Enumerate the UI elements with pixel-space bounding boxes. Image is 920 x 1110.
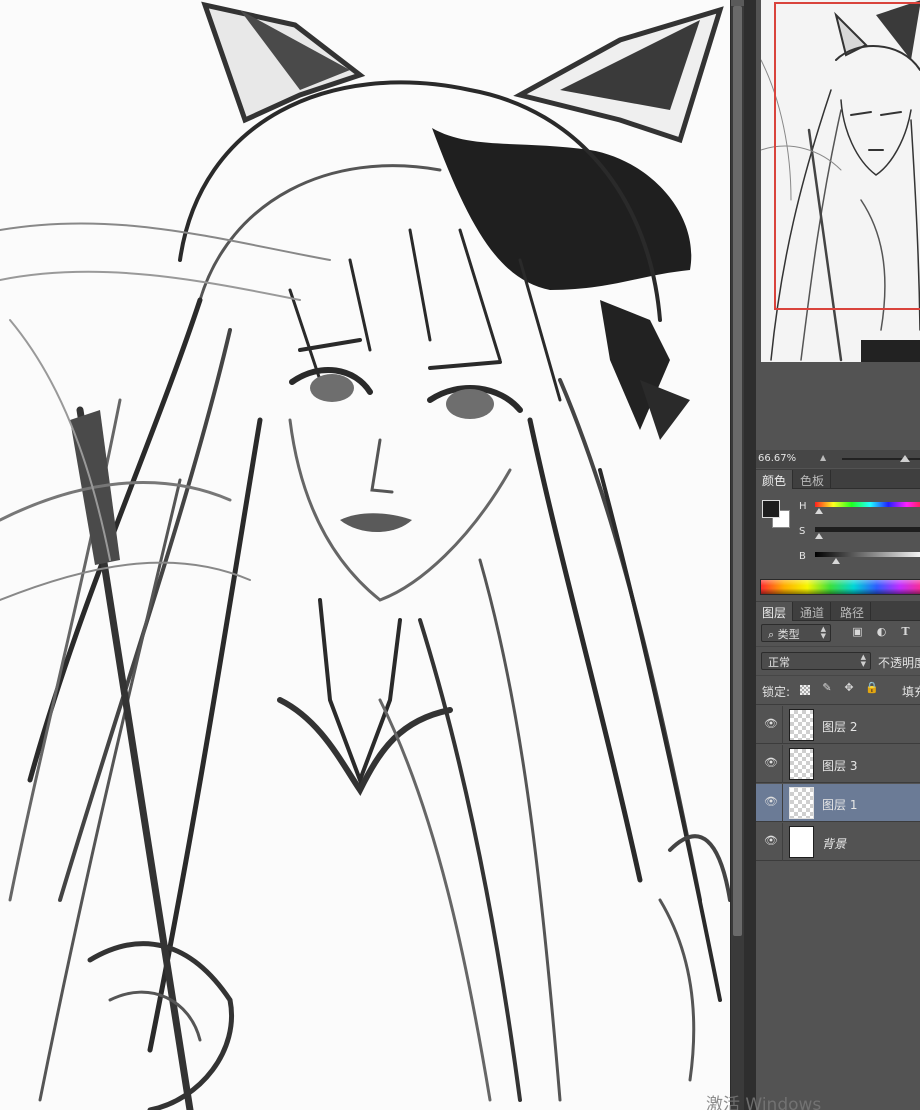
hue-knob[interactable] bbox=[815, 508, 823, 514]
blend-mode-value: 正常 bbox=[768, 656, 790, 669]
panel-divider[interactable] bbox=[744, 0, 756, 1110]
layer-row[interactable]: 👁 图层 3 bbox=[756, 745, 920, 783]
lock-brush-icon[interactable]: ✎ bbox=[821, 681, 833, 694]
layer-row[interactable]: 👁 背景 bbox=[756, 823, 920, 861]
zoom-slider-knob[interactable] bbox=[900, 455, 910, 462]
lock-all-icon[interactable]: 🔒 bbox=[865, 681, 879, 694]
fill-label: 填充 bbox=[902, 685, 920, 699]
color-spectrum-ramp[interactable] bbox=[760, 579, 920, 595]
lock-row: 锁定: ✎ ✥ 🔒 填充 bbox=[756, 677, 920, 705]
tab-swatches[interactable]: 色板 bbox=[794, 470, 832, 489]
layer-filter-dropdown[interactable]: ⌕ 类型 ▲ ▼ bbox=[761, 624, 831, 642]
foreground-color-swatch[interactable] bbox=[762, 500, 780, 518]
adjustment-filter-icon[interactable]: ◐ bbox=[875, 625, 888, 638]
dropdown-arrows-icon: ▲ ▼ bbox=[820, 625, 826, 640]
navigator-empty-area bbox=[756, 362, 920, 450]
lock-move-icon[interactable]: ✥ bbox=[843, 681, 855, 694]
layer-row-selected[interactable]: 👁 图层 1 bbox=[756, 784, 920, 822]
layer-divider bbox=[782, 706, 783, 744]
layer-row[interactable]: 👁 图层 2 bbox=[756, 706, 920, 744]
lock-transparency-icon[interactable] bbox=[800, 685, 810, 695]
layers-panel: ⌕ 类型 ▲▼ ▣ ◐ T 正常 ▲▼ 不透明度 锁定: ✎ ✥ 🔒 填充 👁 bbox=[756, 621, 920, 1110]
lock-label: 锁定: bbox=[762, 685, 791, 699]
tab-color[interactable]: 颜色 bbox=[756, 470, 794, 489]
saturation-slider[interactable] bbox=[815, 527, 920, 532]
layer-divider bbox=[782, 823, 783, 861]
layer-name[interactable]: 图层 3 bbox=[822, 757, 857, 774]
eye-icon[interactable]: 👁 bbox=[764, 756, 778, 770]
tab-layers[interactable]: 图层 bbox=[756, 602, 794, 621]
layer-filter-row: ⌕ 类型 ▲ ▼ ▣ ◐ T bbox=[756, 621, 920, 647]
blend-row: 正常 ▲▼ 不透明度 bbox=[756, 648, 920, 676]
sketch-artwork bbox=[0, 1, 730, 1110]
layer-name[interactable]: 图层 2 bbox=[822, 718, 857, 735]
layer-thumbnail bbox=[789, 826, 814, 858]
hue-slider[interactable] bbox=[815, 502, 920, 507]
right-panel-dock: 66.67% ▲ 颜色 色板 H S B 图层 通道 路径 ⌕ 类型 ▲ ▼ ▣… bbox=[756, 0, 920, 1110]
image-filter-icon[interactable]: ▣ bbox=[851, 625, 864, 638]
brightness-knob[interactable] bbox=[832, 558, 840, 564]
layer-thumbnail bbox=[789, 709, 814, 741]
type-filter-icon[interactable]: T bbox=[899, 625, 912, 638]
color-panel: H S B bbox=[756, 489, 920, 601]
hue-label: H bbox=[799, 501, 807, 512]
layer-name[interactable]: 图层 1 bbox=[822, 796, 857, 813]
layers-panel-tabbar: 图层 通道 路径 bbox=[756, 601, 920, 621]
saturation-knob[interactable] bbox=[815, 533, 823, 539]
blend-mode-dropdown[interactable]: 正常 ▲ ▼ bbox=[761, 652, 871, 670]
layer-divider bbox=[782, 745, 783, 783]
windows-activation-watermark: 激活 Windows bbox=[706, 1095, 822, 1110]
zoom-out-icon[interactable]: ▲ bbox=[820, 453, 826, 462]
brightness-slider[interactable] bbox=[815, 552, 920, 557]
eye-icon[interactable]: 👁 bbox=[764, 795, 778, 809]
layer-thumbnail bbox=[789, 748, 814, 780]
layer-name[interactable]: 背景 bbox=[822, 835, 846, 852]
eye-icon[interactable]: 👁 bbox=[764, 834, 778, 848]
navigator-thumbnail[interactable] bbox=[761, 0, 920, 362]
scroll-thumb[interactable] bbox=[733, 6, 742, 936]
dropdown-arrows-icon: ▲ ▼ bbox=[860, 653, 866, 668]
brightness-label: B bbox=[799, 551, 806, 562]
eye-icon[interactable]: 👁 bbox=[764, 717, 778, 731]
tab-paths[interactable]: 路径 bbox=[834, 602, 872, 621]
tab-channels[interactable]: 通道 bbox=[794, 602, 832, 621]
layer-divider bbox=[782, 784, 783, 822]
document-canvas[interactable] bbox=[0, 0, 730, 1110]
search-icon: ⌕ bbox=[768, 628, 775, 641]
zoom-value[interactable]: 66.67% bbox=[758, 453, 796, 464]
navigator-view-box[interactable] bbox=[774, 2, 920, 310]
saturation-label: S bbox=[799, 526, 806, 537]
layer-thumbnail bbox=[789, 787, 814, 819]
canvas-vertical-scrollbar[interactable] bbox=[730, 0, 745, 1110]
navigator-zoom-bar: 66.67% ▲ bbox=[756, 450, 920, 468]
color-panel-tabbar: 颜色 色板 bbox=[756, 469, 920, 489]
layer-filter-value: 类型 bbox=[777, 628, 800, 641]
opacity-label: 不透明度 bbox=[878, 656, 920, 670]
